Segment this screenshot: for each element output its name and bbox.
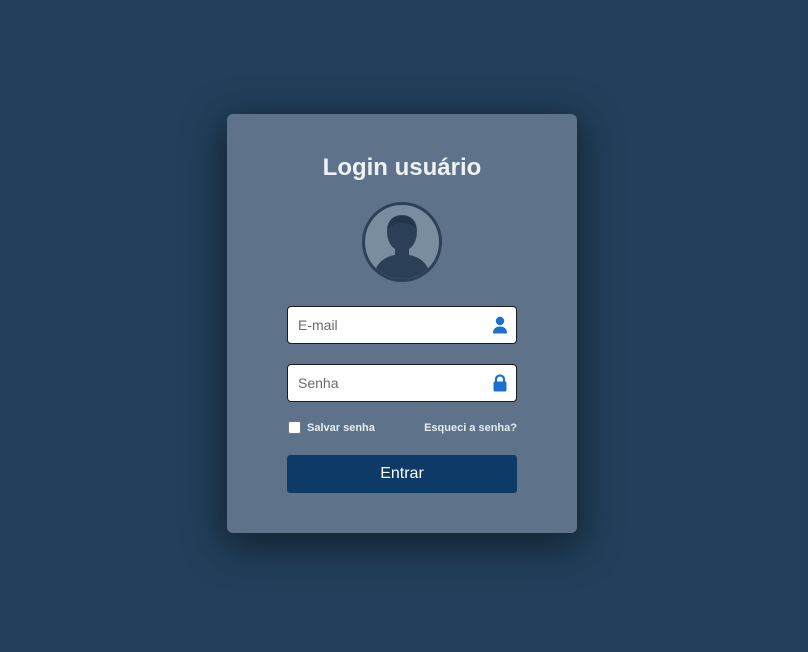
user-icon xyxy=(493,316,507,334)
page-title: Login usuário xyxy=(322,154,482,181)
forgot-password-link[interactable]: Esqueci a senha? xyxy=(424,422,517,434)
remember-checkbox[interactable] xyxy=(288,421,301,434)
password-input[interactable] xyxy=(288,365,488,401)
submit-button[interactable]: Entrar xyxy=(287,455,517,493)
remember-password[interactable]: Salvar senha xyxy=(287,421,375,434)
login-card: Login usuário Salvar senha Esqueci a sen… xyxy=(227,114,577,533)
avatar xyxy=(362,202,442,282)
user-silhouette-icon xyxy=(373,215,431,279)
password-field-container xyxy=(287,364,517,402)
email-input[interactable] xyxy=(288,307,488,343)
lock-icon xyxy=(493,374,507,392)
remember-label: Salvar senha xyxy=(307,421,375,434)
email-field-container xyxy=(287,306,517,344)
login-options: Salvar senha Esqueci a senha? xyxy=(287,421,517,437)
